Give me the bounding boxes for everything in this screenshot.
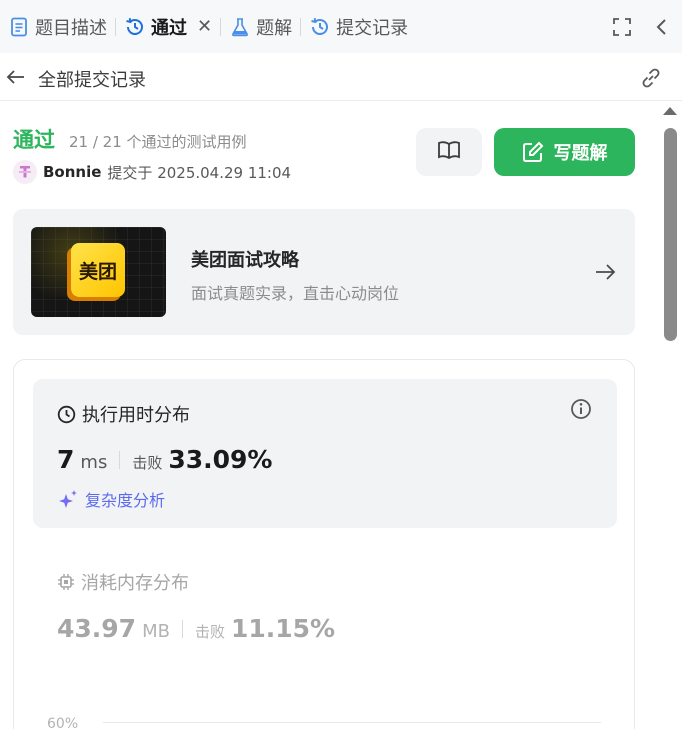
complexity-analysis-label: 复杂度分析 — [85, 491, 166, 510]
description-icon — [8, 16, 30, 38]
tab-bar: 题目描述 通过 ✕ 题解 提交记录 — [0, 0, 682, 53]
history-icon — [124, 16, 146, 38]
subheader-title: 全部提交记录 — [38, 70, 146, 91]
history-icon — [309, 16, 331, 38]
tab-solutions[interactable]: 题解 — [221, 0, 300, 53]
runtime-values: 7 ms 击败 33.09% — [57, 445, 272, 474]
runtime-beat-value: 33.09% — [168, 445, 273, 474]
memory-title-label: 消耗内存分布 — [81, 573, 189, 594]
runtime-panel[interactable]: 执行用时分布 7 ms 击败 33.09% 复杂度分析 — [33, 379, 617, 528]
tab-solutions-label: 题解 — [256, 17, 293, 39]
runtime-title-label: 执行用时分布 — [82, 405, 190, 426]
divider — [181, 619, 183, 638]
back-arrow-icon[interactable] — [4, 65, 28, 89]
runtime-title: 执行用时分布 — [57, 401, 190, 427]
performance-card: 执行用时分布 7 ms 击败 33.09% 复杂度分析 消耗内存分布 43.97… — [13, 359, 635, 729]
arrow-right-icon[interactable] — [593, 260, 617, 284]
memory-beat-value: 11.15% — [230, 614, 336, 643]
memory-unit: MB — [142, 621, 170, 642]
author-name[interactable]: Bonnie — [43, 163, 101, 181]
meituan-logo: 美团 — [71, 243, 125, 297]
tab-description[interactable]: 题目描述 — [0, 0, 115, 53]
link-icon[interactable] — [638, 65, 664, 91]
edit-icon — [522, 141, 543, 162]
memory-value: 43.97 — [57, 614, 137, 643]
subheader: 全部提交记录 — [0, 53, 682, 101]
tab-accepted-label: 通过 — [151, 17, 187, 39]
tab-submissions-label: 提交记录 — [336, 17, 409, 39]
avatar[interactable] — [13, 160, 37, 184]
flask-icon — [229, 16, 251, 38]
sparkle-icon — [59, 490, 77, 508]
chart-y-tick: 60% — [47, 716, 79, 729]
runtime-unit: ms — [80, 452, 108, 473]
tab-accepted[interactable]: 通过 ✕ — [116, 0, 220, 53]
memory-values: 43.97 MB 击败 11.15% — [57, 614, 335, 643]
status-accepted: 通过 — [13, 128, 55, 152]
info-icon[interactable] — [570, 398, 592, 420]
divider — [119, 450, 121, 469]
scrollbar-thumb[interactable] — [664, 128, 677, 341]
result-status-row: 通过 21 / 21 个通过的测试用例 — [13, 124, 247, 154]
book-icon — [437, 139, 461, 165]
write-solution-label: 写题解 — [553, 143, 608, 164]
chart-grid-line — [103, 722, 601, 723]
collapse-chevron-left-icon[interactable] — [642, 7, 682, 47]
author-row: Bonnie 提交于 2025.04.29 11:04 — [13, 160, 291, 184]
notebook-button[interactable] — [416, 128, 482, 176]
tab-close-icon[interactable]: ✕ — [197, 16, 212, 37]
clock-icon — [57, 405, 76, 423]
tab-description-label: 题目描述 — [35, 17, 107, 39]
complexity-analysis-link[interactable]: 复杂度分析 — [57, 487, 165, 511]
test-cases-passed: 21 / 21 个通过的测试用例 — [69, 133, 247, 151]
submit-time: 提交于 2025.04.29 11:04 — [107, 163, 292, 182]
promo-banner[interactable]: 美团 美团面试攻略 面试真题实录，直击心动岗位 — [13, 209, 635, 335]
memory-title[interactable]: 消耗内存分布 — [57, 569, 189, 595]
runtime-value: 7 — [57, 445, 75, 474]
scroll-up-arrow-icon[interactable] — [663, 107, 677, 115]
write-solution-button[interactable]: 写题解 — [494, 128, 635, 176]
promo-subtitle: 面试真题实录，直击心动岗位 — [191, 284, 400, 303]
promo-title: 美团面试攻略 — [191, 250, 299, 271]
runtime-beat-label: 击败 — [132, 454, 163, 472]
memory-beat-label: 击败 — [194, 623, 225, 641]
fullscreen-icon[interactable] — [602, 7, 642, 47]
tab-submissions[interactable]: 提交记录 — [301, 0, 416, 53]
promo-image: 美团 — [31, 227, 166, 317]
chip-icon — [58, 574, 74, 590]
